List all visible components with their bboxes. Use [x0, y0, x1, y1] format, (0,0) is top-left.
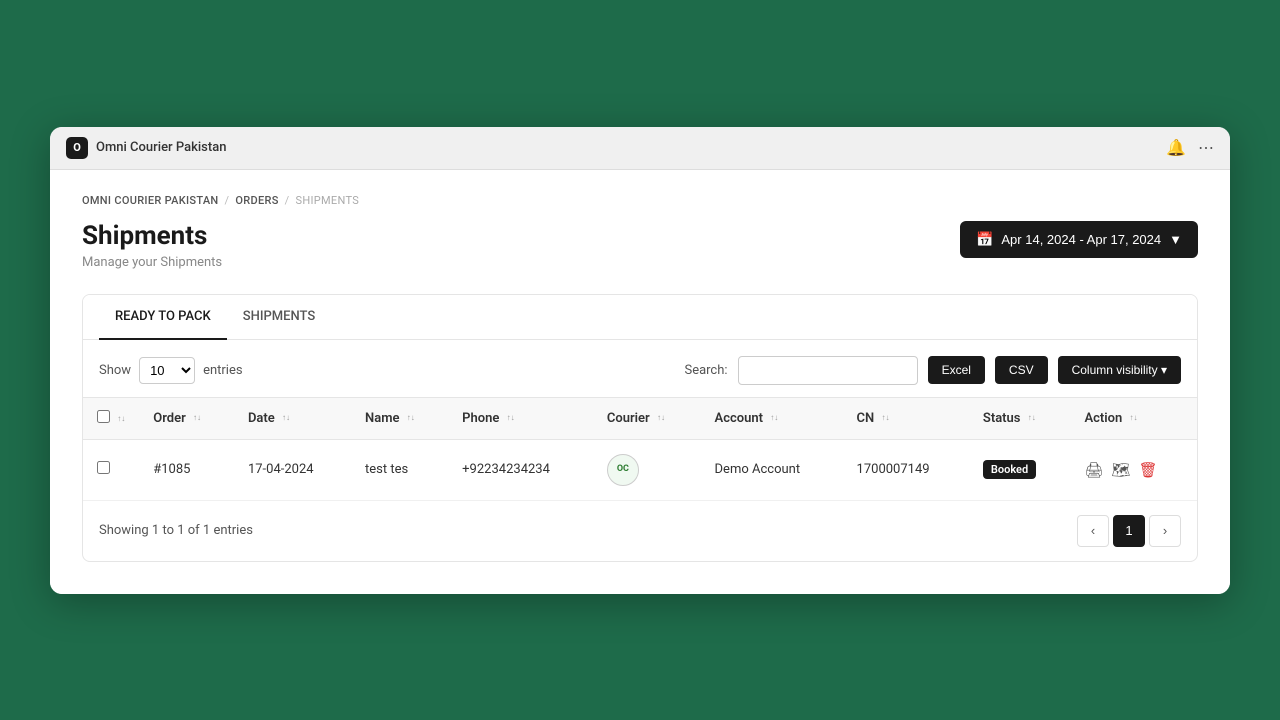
row-action: 🖨 🗺 🗑: [1070, 439, 1197, 500]
col-account: Account ↑↓: [701, 397, 843, 439]
app-title: Omni Courier Pakistan: [96, 140, 226, 155]
page-subtitle: Manage your Shipments: [82, 255, 222, 270]
col-courier: Courier ↑↓: [593, 397, 701, 439]
next-page-button[interactable]: ›: [1149, 515, 1181, 547]
page-header: Shipments Manage your Shipments 📅 Apr 14…: [82, 221, 1198, 270]
row-name: test tes: [351, 439, 448, 500]
prev-page-button[interactable]: ‹: [1077, 515, 1109, 547]
breadcrumb: OMNI COURIER PAKISTAN / ORDERS / SHIPMEN…: [82, 194, 1198, 207]
browser-window: O Omni Courier Pakistan 🔔 ⋯ OMNI COURIER…: [50, 127, 1230, 594]
entries-label: entries: [203, 363, 243, 378]
breadcrumb-sep1: /: [225, 194, 230, 207]
page-title: Shipments: [82, 221, 222, 251]
col-cn: CN ↑↓: [843, 397, 969, 439]
search-label: Search:: [684, 363, 727, 378]
courier-logo: OC: [607, 454, 639, 486]
row-checkbox-cell: [83, 439, 139, 500]
col-date: Date ↑↓: [234, 397, 351, 439]
entries-select[interactable]: 10 25 50 100: [139, 357, 195, 384]
pagination-buttons: ‹ 1 ›: [1077, 515, 1181, 547]
date-range-button[interactable]: 📅 Apr 14, 2024 - Apr 17, 2024 ▼: [960, 221, 1198, 258]
dropdown-arrow-icon: ▼: [1169, 232, 1182, 247]
app-icon: O: [66, 137, 88, 159]
row-date: 17-04-2024: [234, 439, 351, 500]
print-icon[interactable]: 🖨: [1084, 461, 1103, 479]
bell-icon[interactable]: 🔔: [1166, 138, 1186, 157]
main-card: READY TO PACK SHIPMENTS Show 10 25 50 10…: [82, 294, 1198, 562]
show-label: Show: [99, 363, 131, 378]
row-account: Demo Account: [701, 439, 843, 500]
show-entries: Show 10 25 50 100 entries: [99, 357, 243, 384]
excel-button[interactable]: Excel: [928, 356, 985, 384]
more-options-icon[interactable]: ⋯: [1198, 138, 1214, 157]
title-bar-left: O Omni Courier Pakistan: [66, 137, 226, 159]
row-checkbox[interactable]: [97, 461, 110, 474]
title-bar: O Omni Courier Pakistan 🔔 ⋯: [50, 127, 1230, 170]
select-all-checkbox[interactable]: [97, 410, 110, 423]
page-header-text: Shipments Manage your Shipments: [82, 221, 222, 270]
table-controls: Show 10 25 50 100 entries Search: Excel …: [83, 340, 1197, 397]
pagination-info: Showing 1 to 1 of 1 entries: [99, 523, 253, 538]
row-phone: +92234234234: [448, 439, 593, 500]
tab-ready-to-pack[interactable]: READY TO PACK: [99, 295, 227, 340]
row-courier: OC: [593, 439, 701, 500]
col-order: Order ↑↓: [139, 397, 234, 439]
col-vis-arrow: ▾: [1161, 363, 1167, 377]
tab-shipments[interactable]: SHIPMENTS: [227, 295, 332, 340]
page-1-button[interactable]: 1: [1113, 515, 1145, 547]
table-header-row: ↑↓ Order ↑↓ Date ↑↓ Name ↑↓: [83, 397, 1197, 439]
row-status: Booked: [969, 439, 1071, 500]
action-icons: 🖨 🗺 🗑: [1084, 461, 1183, 479]
column-visibility-button[interactable]: Column visibility ▾: [1058, 356, 1181, 384]
delete-icon[interactable]: 🗑: [1139, 461, 1158, 479]
tab-bar: READY TO PACK SHIPMENTS: [83, 295, 1197, 340]
csv-button[interactable]: CSV: [995, 356, 1048, 384]
sort-arrows-checkbox: ↑↓: [117, 415, 125, 423]
sort-arrows-courier[interactable]: ↑↓: [657, 414, 665, 422]
sort-arrows-status[interactable]: ↑↓: [1028, 414, 1036, 422]
sort-arrows-date[interactable]: ↑↓: [282, 414, 290, 422]
breadcrumb-sep2: /: [285, 194, 290, 207]
map-icon[interactable]: 🗺: [1112, 461, 1131, 479]
shipments-table: ↑↓ Order ↑↓ Date ↑↓ Name ↑↓: [83, 397, 1197, 501]
date-range-label: Apr 14, 2024 - Apr 17, 2024: [1001, 232, 1161, 247]
status-badge: Booked: [983, 460, 1036, 479]
sort-arrows-name[interactable]: ↑↓: [407, 414, 415, 422]
col-status: Status ↑↓: [969, 397, 1071, 439]
table-row: #1085 17-04-2024 test tes +92234234234 O…: [83, 439, 1197, 500]
search-area: Search: Excel CSV Column visibility ▾: [684, 356, 1181, 385]
col-phone: Phone ↑↓: [448, 397, 593, 439]
row-order: #1085: [139, 439, 234, 500]
col-name: Name ↑↓: [351, 397, 448, 439]
calendar-icon: 📅: [976, 231, 993, 248]
sort-arrows-order[interactable]: ↑↓: [193, 414, 201, 422]
breadcrumb-part1[interactable]: OMNI COURIER PAKISTAN: [82, 194, 219, 207]
sort-arrows-action[interactable]: ↑↓: [1130, 414, 1138, 422]
row-cn: 1700007149: [843, 439, 969, 500]
sort-arrows-phone[interactable]: ↑↓: [507, 414, 515, 422]
breadcrumb-part2[interactable]: ORDERS: [235, 194, 278, 207]
breadcrumb-part3: SHIPMENTS: [296, 194, 360, 207]
select-all-col: ↑↓: [83, 397, 139, 439]
col-action: Action ↑↓: [1070, 397, 1197, 439]
pagination-row: Showing 1 to 1 of 1 entries ‹ 1 ›: [83, 501, 1197, 561]
sort-arrows-cn[interactable]: ↑↓: [881, 414, 889, 422]
main-content: OMNI COURIER PAKISTAN / ORDERS / SHIPMEN…: [50, 170, 1230, 594]
search-input[interactable]: [738, 356, 918, 385]
sort-arrows-account[interactable]: ↑↓: [770, 414, 778, 422]
title-bar-actions: 🔔 ⋯: [1166, 138, 1214, 157]
